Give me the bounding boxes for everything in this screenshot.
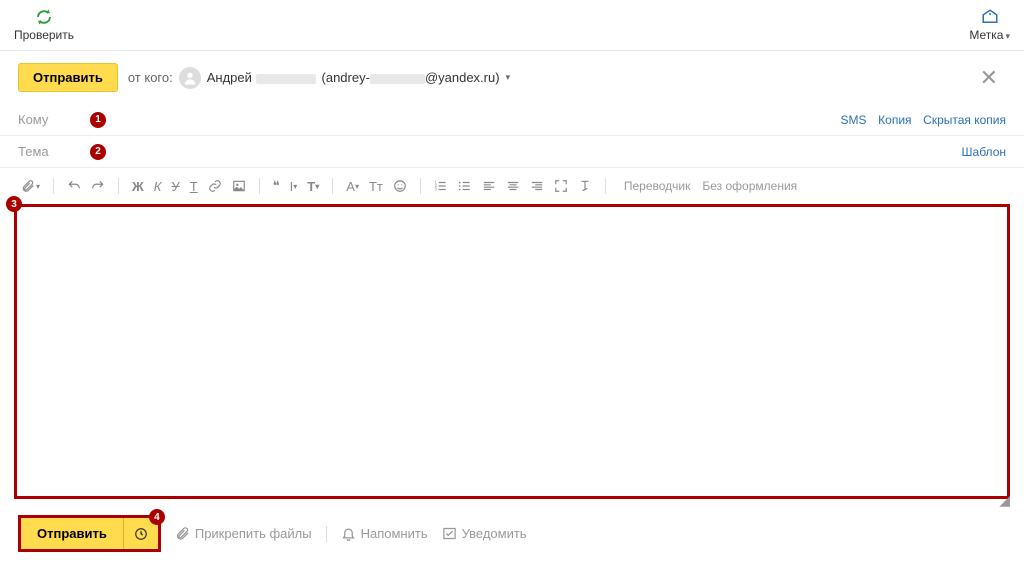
tag-label: Метка▾ [969,28,1010,42]
toolbar-sep [332,178,333,194]
chevron-down-icon: ▾ [1005,31,1010,42]
from-label: от кого: [128,70,173,85]
refresh-icon [35,8,53,26]
toolbar-sep [605,178,606,194]
paperclip-icon [175,526,190,541]
from-dropdown-icon[interactable]: ▾ [506,72,511,83]
annotation-badge-2: 2 [90,144,106,160]
message-body[interactable] [14,204,1010,499]
subject-field-row[interactable]: Тема 2 Шаблон [0,136,1024,168]
color-button[interactable]: A▾ [343,177,362,196]
list-bullet-icon[interactable] [455,177,475,195]
toolbar-sep [118,178,119,194]
notify-label: Уведомить [462,526,527,541]
clock-icon [134,527,148,541]
avatar [179,67,201,89]
annotation-badge-4: 4 [149,509,165,525]
image-icon[interactable] [229,177,249,195]
template-link[interactable]: Шаблон [962,145,1006,159]
align-left-icon[interactable] [479,177,499,195]
lineheight-button[interactable]: I▾ [287,177,301,196]
check-label: Проверить [14,28,74,42]
format-toolbar: ▾ Ж К У Т ❝ I▾ T▾ A▾ Tт 123 Переводчик Б… [0,168,1024,204]
from-email: (andrey-@yandex.ru) [322,70,500,85]
sms-link[interactable]: SMS [841,113,867,127]
attach-icon[interactable]: ▾ [18,177,43,195]
link-icon[interactable] [205,177,225,195]
cc-link[interactable]: Копия [878,113,911,127]
subject-label: Тема [18,144,63,159]
emoji-icon[interactable] [390,177,410,195]
to-label: Кому [18,112,63,127]
textcase-button[interactable]: T▾ [304,177,322,196]
remind-label: Напомнить [361,526,428,541]
attach-files-button[interactable]: Прикрепить файлы [175,526,312,541]
list-ordered-icon[interactable]: 123 [431,177,451,195]
clear-format-icon[interactable] [575,177,595,195]
resize-handle-icon[interactable]: ◢ [999,492,1010,509]
toolbar-sep [259,178,260,194]
annotation-badge-1: 1 [90,112,106,128]
bcc-link[interactable]: Скрытая копия [923,113,1006,127]
align-right-icon[interactable] [527,177,547,195]
strike-button[interactable]: У [168,177,182,196]
bold-button[interactable]: Ж [129,177,147,196]
tag-button[interactable]: Метка▾ [969,8,1010,42]
attach-label: Прикрепить файлы [195,526,312,541]
fontsize-button[interactable]: Tт [366,177,386,196]
redo-icon[interactable] [88,177,108,195]
translator-button[interactable]: Переводчик [624,179,691,193]
fullscreen-icon[interactable] [551,177,571,195]
checkbox-icon [442,526,457,541]
send-button-top[interactable]: Отправить [18,63,118,92]
notify-button[interactable]: Уведомить [442,526,527,541]
send-button-bottom[interactable]: Отправить [21,518,123,549]
remind-button[interactable]: Напомнить [341,526,428,541]
footer-sep [326,526,327,542]
svg-text:3: 3 [434,187,437,192]
quote-button[interactable]: ❝ [270,176,283,196]
from-name: Андрей [207,70,316,85]
no-format-button[interactable]: Без оформления [702,179,797,193]
toolbar-sep [53,178,54,194]
to-field-row[interactable]: Кому 1 SMS Копия Скрытая копия [0,104,1024,136]
annotation-badge-3: 3 [6,196,22,212]
check-mail-button[interactable]: Проверить [14,8,74,42]
tformat-button[interactable]: Т [187,177,201,196]
close-button[interactable]: ✕ [972,65,1006,91]
toolbar-sep [420,178,421,194]
undo-icon[interactable] [64,177,84,195]
italic-button[interactable]: К [151,177,165,196]
bell-icon [341,526,356,541]
tag-icon [981,8,999,26]
align-center-icon[interactable] [503,177,523,195]
